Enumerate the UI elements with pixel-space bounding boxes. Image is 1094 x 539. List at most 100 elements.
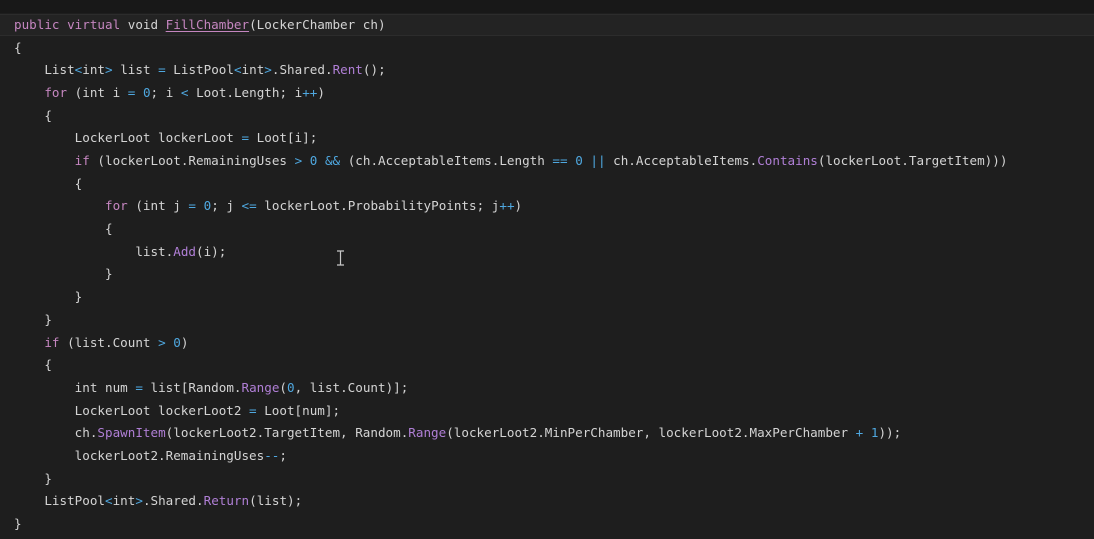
editor-top-strip — [0, 0, 1094, 13]
code-token: 0 — [173, 334, 181, 350]
code-line[interactable]: ListPool<int>.Shared.Return(list); — [0, 490, 1094, 512]
code-token: (lockerLoot2.TargetItem, Random. — [165, 425, 409, 441]
code-line-text: } — [14, 263, 113, 285]
code-line-current[interactable]: public virtual void FillChamber(LockerCh… — [0, 14, 1094, 36]
code-line[interactable]: } — [0, 513, 1094, 535]
code-token: if — [74, 153, 90, 169]
code-token: 0 — [575, 153, 583, 169]
code-line[interactable]: } — [0, 309, 1094, 331]
code-line-text: if (lockerLoot.RemainingUses > 0 && (ch.… — [14, 150, 1008, 172]
code-line[interactable]: lockerLoot2.RemainingUses--; — [0, 445, 1094, 467]
code-line-text: ListPool<int>.Shared.Return(list); — [14, 490, 302, 512]
code-token: (int j — [127, 198, 189, 214]
code-line[interactable]: list.Add(i); — [0, 241, 1094, 263]
code-token: ) — [180, 334, 189, 350]
code-token: List — [14, 62, 75, 78]
code-line-text: } — [14, 286, 83, 308]
code-line[interactable]: { — [0, 173, 1094, 195]
code-token: (); — [362, 62, 386, 78]
code-line[interactable]: { — [0, 105, 1094, 127]
code-token: for — [44, 85, 68, 101]
code-line-text: { — [14, 173, 83, 195]
code-token: { — [14, 221, 113, 237]
code-token: Rent — [332, 62, 363, 78]
code-token: > — [264, 62, 272, 78]
code-line[interactable]: { — [0, 354, 1094, 376]
code-token: || — [590, 153, 606, 169]
code-token: int — [82, 62, 106, 78]
code-token: ListPool — [14, 493, 105, 509]
code-line-text: public virtual void FillChamber(LockerCh… — [14, 15, 386, 35]
code-line-text: for (int i = 0; i < Loot.Length; i++) — [14, 82, 325, 104]
code-token: (ch.AcceptableItems.Length — [340, 153, 553, 169]
code-token: int — [241, 62, 265, 78]
code-token: { — [14, 175, 83, 191]
code-token: Loot[i]; — [249, 130, 318, 146]
code-line[interactable]: if (lockerLoot.RemainingUses > 0 && (ch.… — [0, 150, 1094, 172]
code-token: && — [324, 153, 341, 169]
code-token: > — [158, 334, 166, 350]
code-line[interactable]: if (list.Count > 0) — [0, 332, 1094, 354]
code-token: FillChamber — [165, 17, 250, 32]
code-line[interactable]: { — [0, 218, 1094, 240]
code-token: } — [14, 515, 22, 531]
code-token: > — [105, 62, 113, 78]
code-token: if — [44, 334, 60, 350]
code-token: -- — [264, 447, 280, 463]
code-line[interactable]: } — [0, 468, 1094, 490]
code-token: lockerLoot2.RemainingUses — [14, 447, 265, 463]
code-line-text: { — [14, 218, 113, 240]
code-token: { — [14, 39, 22, 55]
code-token: (list.Count — [59, 334, 159, 350]
code-token: 0 — [142, 85, 151, 101]
code-line[interactable]: } — [0, 286, 1094, 308]
code-token: LockerLoot lockerLoot — [14, 130, 242, 146]
code-line[interactable]: } — [0, 263, 1094, 285]
code-token: )); — [878, 425, 902, 441]
code-token: list[Random. — [142, 379, 242, 395]
code-line[interactable]: { — [0, 37, 1094, 59]
code-token: ; i — [150, 85, 181, 101]
code-token: ) — [317, 85, 325, 101]
code-line-text: int num = list[Random.Range(0, list.Coun… — [14, 377, 409, 399]
code-line-text: ch.SpawnItem(lockerLoot2.TargetItem, Ran… — [14, 422, 902, 444]
code-token: } — [14, 470, 52, 486]
code-line[interactable]: LockerLoot lockerLoot2 = Loot[num]; — [0, 400, 1094, 422]
code-token: public virtual — [14, 17, 128, 32]
code-token: > — [135, 493, 143, 509]
code-token: (LockerChamber ch) — [249, 17, 386, 32]
code-line[interactable]: LockerLoot lockerLoot = Loot[i]; — [0, 127, 1094, 149]
code-token: ( — [279, 379, 288, 395]
code-line[interactable]: for (int i = 0; i < Loot.Length; i++) — [0, 82, 1094, 104]
code-token: ; — [279, 447, 287, 463]
code-line[interactable]: ch.SpawnItem(lockerLoot2.TargetItem, Ran… — [0, 422, 1094, 444]
code-token: { — [14, 107, 52, 123]
code-line-text: } — [14, 309, 52, 331]
code-token: ch.AcceptableItems. — [605, 153, 758, 169]
code-token: Range — [408, 425, 447, 441]
code-token: < — [233, 62, 242, 78]
code-line[interactable]: List<int> list = ListPool<int>.Shared.Re… — [0, 59, 1094, 81]
code-token: { — [14, 357, 52, 373]
code-token: = — [188, 198, 197, 214]
code-line-text: LockerLoot lockerLoot2 = Loot[num]; — [14, 400, 340, 422]
code-line[interactable]: int num = list[Random.Range(0, list.Coun… — [0, 377, 1094, 399]
code-token: = — [158, 62, 166, 78]
code-line-text: list.Add(i); — [14, 241, 226, 263]
code-line-text: { — [14, 37, 22, 59]
code-token: } — [14, 266, 113, 282]
code-token: = — [249, 402, 257, 418]
code-token: Loot.Length; i — [188, 85, 303, 101]
code-token: Loot[num]; — [256, 402, 341, 418]
code-line[interactable]: for (int j = 0; j <= lockerLoot.Probabil… — [0, 195, 1094, 217]
code-token: ++ — [302, 85, 318, 101]
code-line-text: lockerLoot2.RemainingUses--; — [14, 445, 287, 467]
code-line-text: } — [14, 513, 22, 535]
code-token: for — [105, 198, 128, 214]
code-line-text: { — [14, 354, 52, 376]
code-editor[interactable]: public virtual void FillChamber(LockerCh… — [0, 13, 1094, 539]
